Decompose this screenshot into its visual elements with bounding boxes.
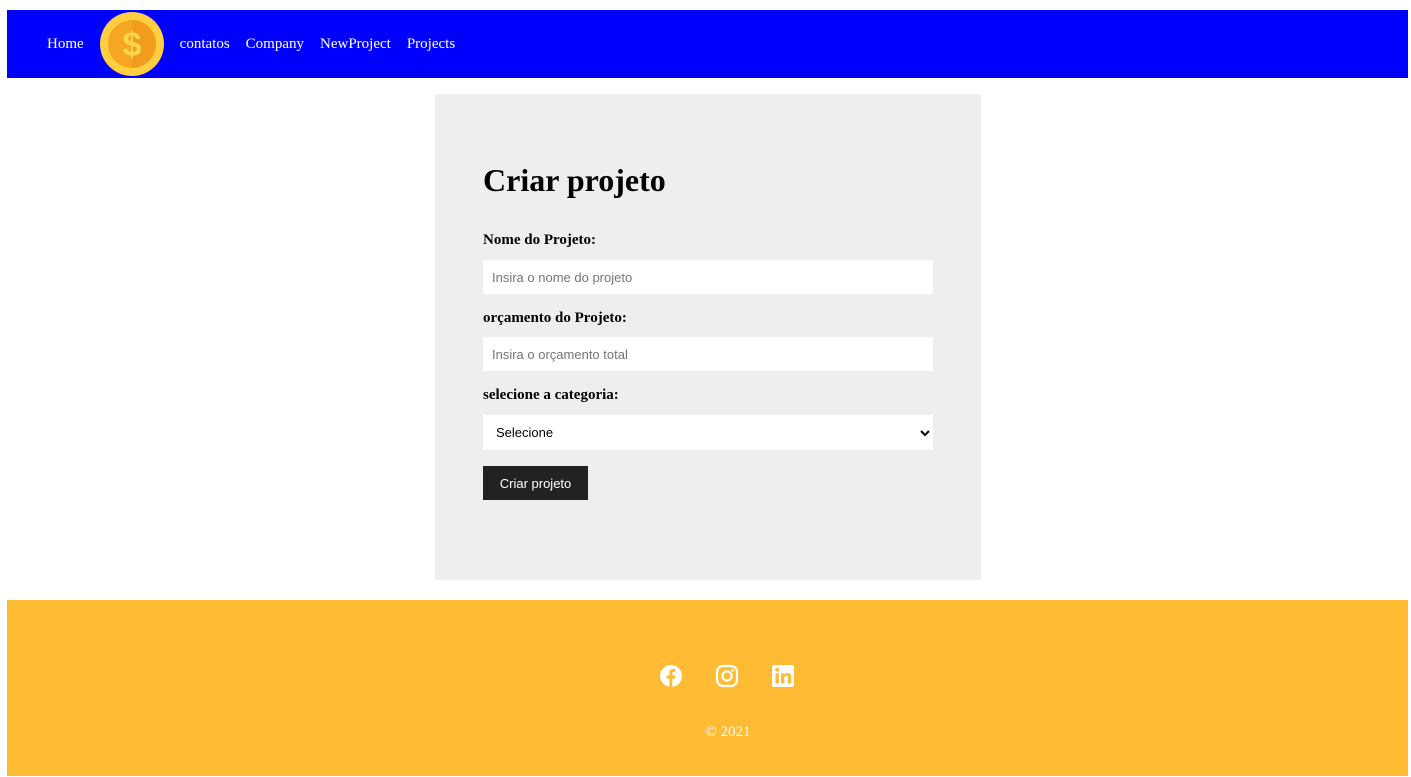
chevron-down-icon xyxy=(920,429,930,436)
nav-link-home[interactable]: Home xyxy=(47,36,84,53)
nav-link-newproject[interactable]: NewProject xyxy=(320,36,391,53)
facebook-icon[interactable] xyxy=(659,664,683,688)
category-select-value: Selecione xyxy=(496,425,554,440)
category-select[interactable]: Selecione xyxy=(483,415,933,450)
nav-link-projects[interactable]: Projects xyxy=(407,36,455,53)
project-budget-label: orçamento do Projeto: xyxy=(483,310,627,326)
project-name-input[interactable] xyxy=(483,260,933,294)
svg-text:$: $ xyxy=(122,26,141,64)
nav-link-company[interactable]: Company xyxy=(246,36,304,53)
project-budget-input[interactable] xyxy=(483,337,933,371)
page: Home $ contatos Company NewProject Proje… xyxy=(0,0,1411,777)
footer: © 2021 xyxy=(7,600,1408,776)
create-project-card: Criar projeto Nome do Projeto: orçamento… xyxy=(435,94,981,580)
nav-link-contatos[interactable]: contatos xyxy=(180,36,230,53)
project-name-label: Nome do Projeto: xyxy=(483,232,597,248)
copyright-text: © 2021 xyxy=(705,724,751,740)
linkedin-icon[interactable] xyxy=(771,664,795,688)
instagram-icon[interactable] xyxy=(715,664,739,688)
dollar-coin-icon[interactable]: $ xyxy=(99,12,164,76)
page-title: Criar projeto xyxy=(483,162,666,198)
social-links xyxy=(659,664,795,688)
navbar: Home $ contatos Company NewProject Proje… xyxy=(7,10,1408,78)
create-project-button[interactable]: Criar projeto xyxy=(483,466,588,500)
category-label: selecione a categoria: xyxy=(483,387,619,403)
